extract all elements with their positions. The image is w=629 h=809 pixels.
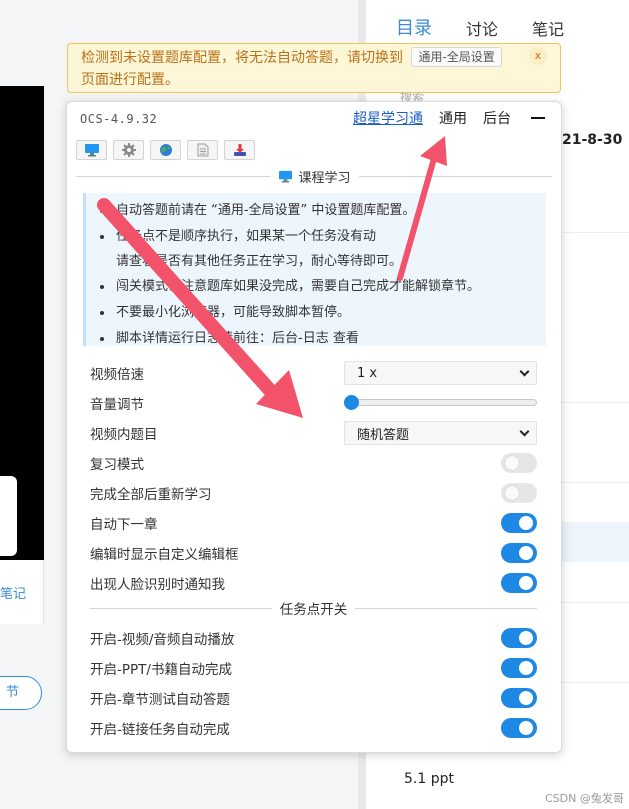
ocs-panel: OCS-4.9.32 超星学习通 通用 后台 课程学习 自动答题前请在 “通用-… <box>66 101 562 753</box>
volume-slider[interactable] <box>344 391 537 415</box>
sidebar-divider <box>562 482 629 483</box>
review-mode-toggle[interactable] <box>501 453 537 473</box>
setting-label: 开启-视频/音频自动播放 <box>90 632 235 648</box>
video-autoplay-toggle[interactable] <box>501 628 537 648</box>
custom-editor-toggle[interactable] <box>501 543 537 563</box>
playback-rate-select[interactable]: 1 x <box>344 361 537 385</box>
section-course-study: 课程学习 <box>76 166 553 186</box>
document-icon[interactable] <box>187 140 218 160</box>
sidebar-divider <box>562 682 629 683</box>
version-label: OCS-4.9.32 <box>80 112 158 126</box>
slider-track <box>344 399 537 406</box>
close-icon[interactable]: x <box>529 47 547 65</box>
setting-label: 自动下一章 <box>90 517 158 533</box>
sidebar-divider <box>562 602 629 603</box>
setting-label: 完成全部后重新学习 <box>90 487 212 503</box>
setting-label: 视频内题目 <box>90 427 158 443</box>
global-settings-button[interactable]: 通用-全局设置 <box>411 47 502 67</box>
task-chapter-test: 开启-章节测试自动答题 <box>90 686 537 710</box>
nav-general[interactable]: 通用 <box>439 108 467 128</box>
notice-item: 闯关模式请注意题库如果没完成，需要自己完成才能解锁章节。 <box>100 274 546 300</box>
restudy-toggle[interactable] <box>501 483 537 503</box>
setting-label: 音量调节 <box>90 397 144 413</box>
chevron-down-icon <box>519 366 530 376</box>
download-icon[interactable] <box>224 140 255 160</box>
setting-review-mode: 复习模式 <box>90 451 537 475</box>
notice-item: 自动答题前请在 “通用-全局设置” 中设置题库配置。 <box>100 198 546 224</box>
monitor-icon[interactable] <box>76 140 107 160</box>
notes-link[interactable]: 笔记 <box>0 583 26 602</box>
face-notify-toggle[interactable] <box>501 573 537 593</box>
watermark: CSDN @兔发哥 <box>545 792 624 805</box>
panel-nav: 超星学习通 通用 后台 <box>353 108 545 128</box>
task-ppt-complete: 开启-PPT/书籍自动完成 <box>90 656 537 680</box>
setting-next-chapter: 自动下一章 <box>90 511 537 535</box>
nav-chaoxing[interactable]: 超星学习通 <box>353 108 423 128</box>
setting-restudy: 完成全部后重新学习 <box>90 481 537 505</box>
setting-label: 开启-章节测试自动答题 <box>90 692 230 708</box>
section-task-switches: 任务点开关 <box>90 598 537 618</box>
minimize-icon[interactable] <box>531 117 545 119</box>
setting-playback-rate: 视频倍速 1 x <box>90 361 537 385</box>
sidebar-active-item[interactable] <box>562 522 629 562</box>
notice-item: 脚本详情运行日志请前往：后台-日志 查看 <box>100 326 546 352</box>
globe-icon[interactable] <box>150 140 181 160</box>
section-title-text: 任务点开关 <box>279 602 348 618</box>
link-complete-toggle[interactable] <box>501 718 537 738</box>
sidebar-divider <box>562 232 629 233</box>
next-chapter-button[interactable]: 节 <box>0 676 42 710</box>
sidebar-tabs: 目录 讨论 笔记 <box>366 0 629 48</box>
setting-face-notify: 出现人脸识别时通知我 <box>90 571 537 595</box>
section-title-text: 课程学习 <box>298 170 351 186</box>
notice-item-cont: 请查看是否有其他任务正在学习，耐心等待即可。 <box>116 254 403 269</box>
warning-text: 检测到未设置题库配置，将无法自动答题，请切换到 <box>81 50 403 66</box>
task-link-complete: 开启-链接任务自动完成 <box>90 716 537 740</box>
warning-text-cont: 页面进行配置。 <box>81 72 179 88</box>
setting-custom-editor: 编辑时显示自定义编辑框 <box>90 541 537 565</box>
gear-icon[interactable] <box>113 140 144 160</box>
sidebar-date: 21-8-30 <box>562 132 623 148</box>
setting-label: 复习模式 <box>90 457 144 473</box>
task-video-autoplay: 开启-视频/音频自动播放 <box>90 626 537 650</box>
setting-video-question: 视频内题目 随机答题 <box>90 421 537 445</box>
select-value: 1 x <box>357 365 378 381</box>
setting-label: 开启-链接任务自动完成 <box>90 722 230 738</box>
notice-item: 不要最小化浏览器，可能导致脚本暂停。 <box>100 300 546 326</box>
next-chapter-toggle[interactable] <box>501 513 537 533</box>
setting-label: 开启-PPT/书籍自动完成 <box>90 662 232 678</box>
video-question-select[interactable]: 随机答题 <box>344 421 537 445</box>
setting-label: 视频倍速 <box>90 367 144 383</box>
setting-label: 编辑时显示自定义编辑框 <box>90 547 239 563</box>
panel-toolbar <box>76 140 255 160</box>
chapter-test-toggle[interactable] <box>501 688 537 708</box>
chevron-down-icon <box>519 426 530 436</box>
sidebar-divider <box>562 402 629 403</box>
notice-box: 自动答题前请在 “通用-全局设置” 中设置题库配置。 任务点不是顺序执行，如果某… <box>83 193 546 346</box>
slider-thumb[interactable] <box>344 395 359 410</box>
setting-volume: 音量调节 <box>90 391 537 415</box>
floating-card <box>0 476 17 556</box>
nav-backend[interactable]: 后台 <box>483 108 511 128</box>
notice-item: 任务点不是顺序执行，如果某一个任务没有动 <box>100 224 546 250</box>
select-value: 随机答题 <box>357 427 410 443</box>
ppt-complete-toggle[interactable] <box>501 658 537 678</box>
monitor-icon <box>278 170 292 183</box>
config-warning-banner: 检测到未设置题库配置，将无法自动答题，请切换到 通用-全局设置 页面进行配置。 … <box>67 43 561 93</box>
sidebar-item-ppt[interactable]: 5.1 ppt <box>404 771 454 787</box>
setting-label: 出现人脸识别时通知我 <box>90 577 225 593</box>
